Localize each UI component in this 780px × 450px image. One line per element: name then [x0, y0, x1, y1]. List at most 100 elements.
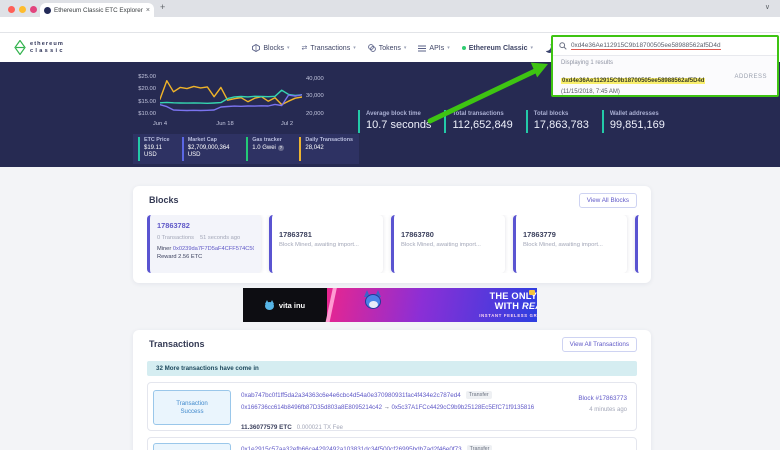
left-axis-tick: $25.00	[128, 74, 156, 80]
stat-gas-tracker: Gas tracker 1.0 Gwei?	[246, 137, 293, 161]
right-axis-tick: 40,000	[306, 76, 334, 82]
tx-amount: 11.36077579 ETC	[241, 424, 292, 431]
cube-icon	[252, 44, 260, 52]
nav-item-blocks[interactable]: Blocks ▾	[252, 44, 289, 52]
browser-tab[interactable]: Ethereum Classic ETC Explorer ×	[40, 3, 154, 17]
view-all-blocks-button[interactable]: View All Blocks	[579, 193, 637, 208]
ad-content-panel: THE ONLY MEMECOIN WITH REAL UTILITY INST…	[327, 288, 537, 322]
block-card[interactable]: 17863779 Block Mined, awaiting import...	[513, 215, 627, 273]
x-axis-tick: Jun 18	[211, 121, 239, 127]
list-icon	[418, 45, 426, 52]
market-substats-box: ETC Price $19.11 USD Market Cap $2,709,0…	[133, 134, 359, 164]
nav-item-apis[interactable]: APIs ▾	[418, 45, 449, 52]
logo-word-ethereum: ethereum	[30, 41, 65, 48]
dog-mascot-illustration	[363, 292, 385, 318]
chevron-down-icon: ▾	[530, 45, 533, 51]
ad-headline-line1: THE ONLY MEMECOIN	[467, 291, 537, 301]
ad-choices-icon[interactable]	[529, 290, 535, 295]
chevron-down-icon: ▾	[353, 45, 356, 51]
ad-headline-line2: WITH REAL UTILITY	[467, 301, 537, 311]
result-type-badge: ADDRESS	[734, 74, 767, 80]
left-axis-tick: $15.00	[128, 99, 156, 105]
block-card[interactable]: 17863782 0 Transactions 51 seconds ago M…	[147, 215, 261, 273]
nav-item-tokens[interactable]: Tokens ▾	[368, 44, 407, 52]
ad-banner[interactable]: vita inu THE ONLY MEMECOIN WITH REAL UTI…	[243, 288, 537, 322]
browser-url-bar: ← → ↻ ⌂ blockscout.com/etc/mainnet/ ☆ ⋮	[0, 17, 780, 33]
search-input[interactable]: 0xd4e36Ae112915C9b18700505ee58988562af5D…	[553, 37, 777, 56]
ethereum-classic-logo[interactable]: ethereum classic	[14, 40, 65, 55]
block-card[interactable]: 17863780 Block Mined, awaiting import...	[391, 215, 505, 273]
result-timestamp: (11/15/2018, 7:45 AM)	[561, 89, 769, 95]
tx-to-address-link[interactable]: 0x5c37A1FCc4429cC9b9b25128Ec5EfC71f91358…	[391, 404, 534, 411]
ad-tagline: INSTANT FEELESS GREEN SMART CONTRACTS	[467, 313, 537, 318]
network-stats-row: Average block time 10.7 seconds Total tr…	[358, 110, 665, 133]
search-results-count: Displaying 1 results	[561, 60, 777, 66]
result-address-highlighted[interactable]: 0xd4e36Ae112915C9b18700505ee58988562af5D…	[561, 78, 705, 84]
ad-brand-panel: vita inu	[243, 288, 327, 322]
tx-hash-link[interactable]: 0xab747bc0f1ff5da2a34363c6e4e6cbc4d54a0e…	[241, 392, 461, 399]
stat-etc-price: ETC Price $19.11 USD	[138, 137, 176, 161]
window-close-button[interactable]	[8, 6, 15, 13]
tab-close-icon[interactable]: ×	[146, 7, 150, 14]
tx-block-link[interactable]: Block #17863773	[578, 395, 627, 402]
tab-search-chevron-icon[interactable]: ∨	[765, 3, 770, 11]
chevron-down-icon: ▾	[404, 45, 407, 51]
search-query-text: 0xd4e36Ae112915C9b18700505ee58988562af5D…	[571, 42, 721, 50]
new-transactions-notice[interactable]: 32 More transactions have come in	[147, 361, 637, 376]
stat-daily-transactions: Daily Transactions 28,042	[299, 137, 354, 161]
main-navigation: Blocks ▾ ⇄ Transactions ▾ Tokens ▾ APIs …	[252, 41, 554, 55]
new-tab-button[interactable]: +	[160, 2, 165, 12]
screenshot-frame: Ethereum Classic ETC Explorer × + ∨ ← → …	[0, 0, 780, 450]
coins-icon	[368, 44, 376, 52]
tx-hash-link[interactable]: 0x1e2915c57aa32efb66ca4292492a103831dc34…	[241, 446, 462, 450]
block-card-partial	[635, 215, 639, 273]
tx-type-tag: Transfer	[467, 445, 493, 450]
transactions-section: Transactions View All Transactions 32 Mo…	[133, 330, 651, 450]
stat-total-transactions: Total transactions 112,652,849	[444, 110, 512, 133]
info-icon[interactable]: ?	[278, 145, 284, 151]
block-card[interactable]: 17863781 Block Mined, awaiting import...	[269, 215, 383, 273]
search-icon	[559, 42, 567, 50]
transaction-row: Transaction Success 0x1e2915c57aa32efb66…	[147, 437, 637, 450]
view-all-transactions-button[interactable]: View All Transactions	[562, 337, 637, 352]
swap-arrows-icon: ⇄	[302, 44, 308, 52]
block-number: 17863781	[279, 230, 376, 239]
block-number-link[interactable]: 17863782	[157, 221, 254, 230]
nav-item-transactions[interactable]: ⇄ Transactions ▾	[302, 44, 356, 52]
block-status: Block Mined, awaiting import...	[401, 242, 498, 248]
etc-diamond-icon	[14, 40, 26, 55]
window-minimize-button[interactable]	[19, 6, 26, 13]
stat-average-block-time: Average block time 10.7 seconds	[358, 110, 431, 133]
block-status: Block Mined, awaiting import...	[279, 242, 376, 248]
transaction-status-badge: Transaction Success	[153, 443, 231, 450]
right-axis-tick: 20,000	[306, 111, 334, 117]
block-number: 17863780	[401, 230, 498, 239]
miner-address-link[interactable]: 0x0239da7F7D5aF4CFF574C507bb...	[173, 246, 254, 252]
search-results-popover: 0xd4e36Ae112915C9b18700505ee58988562af5D…	[551, 35, 779, 97]
tx-from-address-link[interactable]: 0x166736cc614b8496fb87D35d803a8E8095214c…	[241, 404, 382, 411]
market-history-chart	[160, 73, 302, 117]
search-result-item[interactable]: 0xd4e36Ae112915C9b18700505ee58988562af5D…	[561, 69, 769, 95]
x-axis-tick: Jun 4	[146, 121, 174, 127]
left-axis-tick: $10.00	[128, 111, 156, 117]
block-number: 17863779	[523, 230, 620, 239]
block-tx-count: 0 Transactions	[157, 235, 194, 241]
stat-market-cap: Market Cap $2,709,000,364 USD	[182, 137, 240, 161]
ad-stripe-decoration	[325, 288, 338, 322]
transactions-title: Transactions	[149, 339, 205, 349]
transaction-status-badge: Transaction Success	[153, 390, 231, 425]
network-status-dot	[462, 46, 466, 50]
window-zoom-button[interactable]	[30, 6, 37, 13]
network-selector[interactable]: Ethereum Classic ▾	[462, 45, 533, 52]
arrow-right-icon: →	[384, 404, 390, 411]
chevron-down-icon: ▾	[447, 45, 450, 51]
x-axis-tick: Jul 2	[273, 121, 301, 127]
block-age: 51 seconds ago	[200, 235, 240, 241]
block-reward: Reward 2.56 ETC	[157, 254, 254, 260]
stat-wallet-addresses: Wallet addresses 99,851,169	[602, 110, 665, 133]
right-axis-tick: 30,000	[306, 93, 334, 99]
block-cards-row: 17863782 0 Transactions 51 seconds ago M…	[147, 215, 639, 273]
browser-tab-bar: Ethereum Classic ETC Explorer × + ∨	[0, 0, 780, 17]
blocks-section: Blocks View All Blocks 17863782 0 Transa…	[133, 186, 651, 283]
left-axis-tick: $20.00	[128, 86, 156, 92]
